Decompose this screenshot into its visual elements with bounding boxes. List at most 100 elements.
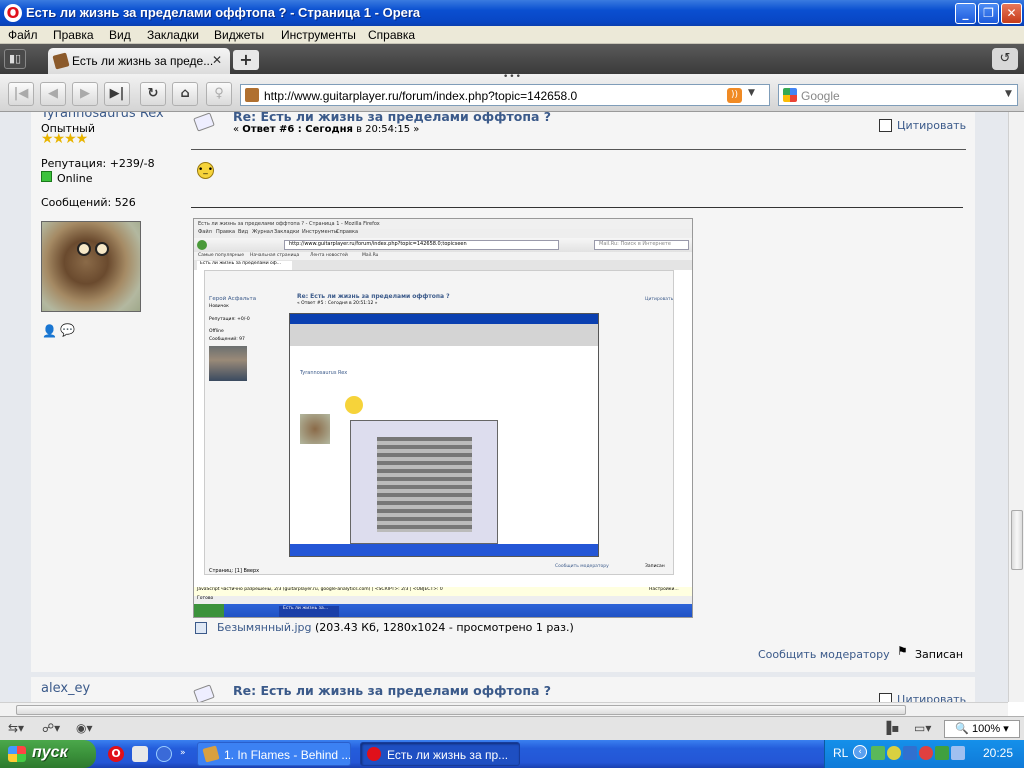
tab-close-icon[interactable]: ✕ [212,53,222,67]
horizontal-scrollbar[interactable] [0,702,1008,716]
next-post-icon [193,684,215,702]
profile-icon[interactable]: 👤 [42,324,57,338]
view-icon[interactable]: ▭▾ [914,721,931,735]
opera-taskbar-icon [367,747,381,761]
window-title-bar[interactable]: O Есть ли жизнь за пределами оффтопа ? -… [0,0,1024,26]
ns-bookmark: Самые популярные [198,253,245,258]
back-button[interactable]: ◀ [40,82,66,106]
next-quote-icon[interactable] [879,693,892,702]
rank-stars-icon: ★★★★ [41,131,88,147]
logged-label: Записан [915,648,964,661]
clock[interactable]: 20:25 [983,746,1013,760]
taskbar-item-winamp[interactable]: 1. In Flames - Behind ... [197,742,351,766]
ns-report: Сообщить модератору [555,564,609,569]
ns-tab: Есть ли жизнь за пределами оф... [197,261,292,270]
ns-avatar [209,346,247,381]
quote-link[interactable]: Цитировать [897,119,966,132]
menu-tools[interactable]: Инструменты [281,28,356,42]
ns-url: http://www.guitarplayer.ru/forum/index.p… [284,240,559,250]
next-author-name[interactable]: alex_ey [41,681,90,696]
ns-back-icon [197,240,207,250]
ns-inner-screenshot: Tyrannosaurus Rex [289,313,599,557]
menu-edit[interactable]: Правка [53,28,94,42]
fast-forward-button[interactable]: ▶| [104,82,130,106]
google-logo-icon [783,88,797,102]
tab-label: Есть ли жизнь за преде... [72,54,214,68]
private-message-icon[interactable]: 💬 [60,323,75,337]
site-favicon-icon [245,88,259,102]
trash-icon[interactable]: ↺ [992,48,1018,70]
ns-inner-taskbar [290,544,598,556]
quicklaunch-more-icon[interactable]: » [180,748,186,758]
sync-icon[interactable]: ⇆▾ [8,721,24,735]
quote-icon[interactable] [879,119,892,132]
home-button[interactable]: ⌂ [172,82,198,106]
post-meta-time: в 20:54:15 » [352,124,420,135]
menu-bookmarks[interactable]: Закладки [147,28,199,42]
language-indicator[interactable]: RL [833,746,848,760]
windows-flag-icon [8,746,26,762]
close-button[interactable]: ✕ [1001,3,1022,24]
tray-update-icon[interactable] [935,746,949,760]
ns-inner-toolbar [290,324,598,346]
restore-button[interactable]: ❐ [978,3,999,24]
search-box[interactable]: Google ▼ [778,84,1018,106]
unite-icon[interactable]: ☍▾ [42,721,60,735]
address-bar[interactable]: http://www.guitarplayer.ru/forum/index.p… [240,84,770,106]
taskbar-item-opera[interactable]: Есть ли жизнь за пр... [360,742,520,766]
post-title[interactable]: Re: Есть ли жизнь за пределами оффтопа ? [233,112,551,124]
author-avatar [41,221,141,312]
tray-display-icon[interactable] [951,746,965,760]
search-input[interactable]: Google [801,89,840,103]
system-tray: RL ‹ 20:25 [824,740,1024,768]
window-title: Есть ли жизнь за пределами оффтопа ? - С… [26,5,421,20]
tray-antivirus-icon[interactable] [919,746,933,760]
horizontal-scroll-thumb[interactable] [16,705,906,715]
post-icon [193,112,215,132]
ns-menu-item: Справка [336,229,359,235]
winamp-icon [202,745,220,763]
tray-icq-icon[interactable] [887,746,901,760]
panel-toggle-button[interactable]: ▮▯ [4,49,26,69]
tray-network-icon[interactable] [871,746,885,760]
quicklaunch-opera-icon[interactable]: O [108,746,124,762]
next-quote-link[interactable]: Цитировать [897,693,966,702]
address-input[interactable]: http://www.guitarplayer.ru/forum/index.p… [264,89,577,103]
minimize-button[interactable]: _ [955,3,976,24]
menu-widgets[interactable]: Виджеты [214,28,264,42]
search-dropdown-icon[interactable]: ▼ [1005,89,1012,99]
author-name[interactable]: Tyrannosaurus Rex [41,112,164,121]
tab-active[interactable]: Есть ли жизнь за преде... ✕ [48,48,230,74]
menu-file[interactable]: Файл [8,28,38,42]
start-button[interactable]: пуск [0,740,96,768]
next-post-title[interactable]: Re: Есть ли жизнь за пределами оффтопа ? [233,683,551,698]
guitar-favicon-icon [52,52,70,70]
author-message-count: Сообщений: 526 [41,196,136,209]
quicklaunch-desktop-icon[interactable] [132,746,148,762]
taskbar-item-label: Есть ли жизнь за пр... [387,748,509,762]
ns-statusbar-text: JavaScript частично разрешены, 2/3 (guit… [197,587,443,592]
reload-button[interactable]: ↻ [140,82,166,106]
rss-feed-icon[interactable]: )) [727,88,742,103]
new-tab-button[interactable]: + [233,50,259,70]
wand-button[interactable]: ♀ [206,82,232,106]
zoom-control[interactable]: 🔍 100% ▾ [944,720,1020,738]
ns-menu-item: Вид [238,229,249,235]
attached-screenshot[interactable]: Есть ли жизнь за пределами оффтопа ? - С… [193,218,693,618]
report-moderator-link[interactable]: Сообщить модератору [758,648,890,661]
menu-help[interactable]: Справка [368,28,415,42]
tray-expand-icon[interactable]: ‹ [853,745,867,759]
menu-view[interactable]: Вид [109,28,131,42]
quicklaunch-browser-icon[interactable] [156,746,172,762]
turbo-icon[interactable]: ◉▾ [76,721,93,735]
vertical-scrollbar[interactable] [1008,112,1024,702]
forward-button[interactable]: ▶ [72,82,98,106]
vertical-scroll-thumb[interactable] [1011,510,1023,570]
panels-icon[interactable]: ▐▪ [882,721,899,735]
logged-icon: ⚑ [897,644,908,658]
tray-app-icon[interactable] [903,746,917,760]
rewind-button[interactable]: |◀ [8,82,34,106]
ns-done: Готово [194,596,692,604]
attachment-link[interactable]: Безымянный.jpg [217,621,312,634]
address-dropdown-icon[interactable]: ▼ [748,88,755,98]
